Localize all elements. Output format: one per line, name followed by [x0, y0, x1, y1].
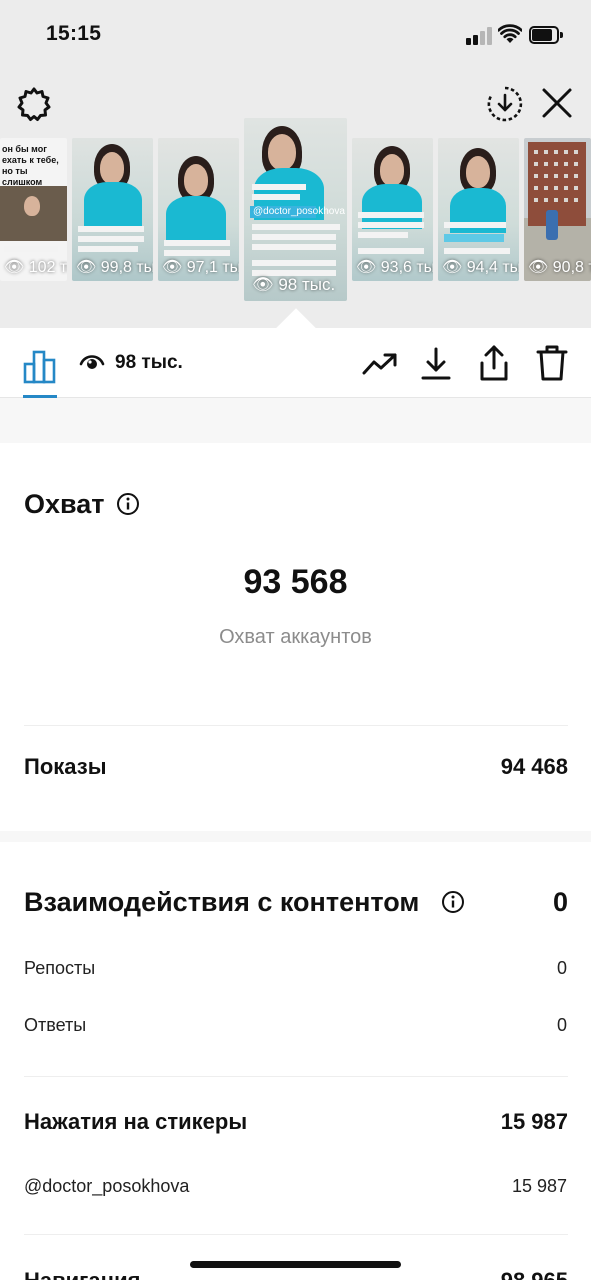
- info-icon[interactable]: [441, 890, 465, 914]
- navigation-value: 98 965: [501, 1268, 568, 1280]
- story-views: 90,8 тыс.: [552, 259, 591, 276]
- replies-value: 0: [556, 1015, 567, 1035]
- interactions-card: Взаимодействия с контентом 0 Репосты 0 О…: [0, 842, 591, 1280]
- status-bar: 15:15: [0, 0, 591, 70]
- sticker-taps-value: 15 987: [500, 1109, 568, 1134]
- story-thumbnail[interactable]: 👁 94,4 тыс.: [438, 138, 519, 281]
- cellular-signal-icon: [466, 27, 492, 45]
- divider: [24, 1234, 568, 1235]
- story-thumbnail-selected[interactable]: @doctor_posokhova 👁 98 тыс.: [244, 118, 347, 301]
- reach-value: 93 568: [243, 563, 348, 601]
- story-views: 97,1 тыс.: [186, 259, 239, 276]
- bar-chart-icon[interactable]: [20, 346, 60, 386]
- close-icon[interactable]: [540, 86, 574, 120]
- download-icon[interactable]: [418, 345, 454, 381]
- navigation-label: Навигация: [24, 1268, 140, 1280]
- story-thumbnail[interactable]: 👁 99,8 тыс.: [72, 138, 153, 281]
- active-tab-indicator: [23, 395, 57, 398]
- status-time: 15:15: [46, 22, 102, 45]
- battery-icon: [529, 26, 563, 44]
- reach-caption: Охват аккаунтов: [219, 626, 372, 648]
- sticker-mention-value: 15 987: [511, 1176, 567, 1196]
- divider: [24, 725, 568, 726]
- story-views: 102 тыс.: [28, 259, 67, 276]
- reposts-value: 0: [556, 958, 567, 978]
- wifi-icon: [498, 24, 522, 43]
- story-thumbnail[interactable]: 👁 90,8 тыс.: [524, 138, 591, 281]
- replies-label: Ответы: [24, 1015, 87, 1035]
- reach-card: Охват 93 568 Охват аккаунтов Показы 94 4…: [0, 443, 591, 831]
- story-views: 98 тыс.: [278, 275, 336, 294]
- mention-sticker: @doctor_posokhova: [250, 206, 345, 218]
- interactions-title: Взаимодействия с контентом: [24, 887, 420, 917]
- total-views: 98 тыс.: [115, 352, 183, 373]
- story-header: 15:15 он бы мог ехать к тебе, но ты слиш…: [0, 0, 591, 328]
- story-thumbnail[interactable]: 👁 97,1 тыс.: [158, 138, 239, 281]
- reach-title: Охват: [24, 489, 105, 519]
- settings-gear-icon[interactable]: [16, 86, 52, 122]
- delete-trash-icon[interactable]: [533, 343, 571, 383]
- share-icon[interactable]: [475, 343, 513, 383]
- promote-trend-icon[interactable]: [361, 348, 399, 378]
- impressions-value: 94 468: [500, 754, 568, 779]
- story-views: 94,4 тыс.: [466, 259, 519, 276]
- sticker-mention-label: @doctor_posokhova: [24, 1176, 190, 1196]
- story-thumbnail[interactable]: 👁 93,6 тыс.: [352, 138, 433, 281]
- interactions-value: 0: [552, 887, 568, 917]
- save-story-icon[interactable]: [486, 85, 524, 123]
- story-views: 93,6 тыс.: [380, 259, 433, 276]
- impressions-label: Показы: [24, 754, 107, 779]
- story-toolbar: 98 тыс.: [0, 328, 591, 398]
- home-indicator[interactable]: [190, 1261, 401, 1268]
- eye-icon: [79, 355, 105, 369]
- info-icon[interactable]: [116, 492, 140, 516]
- reposts-label: Репосты: [24, 958, 96, 978]
- story-thumbnail[interactable]: он бы мог ехать к тебе, но ты слишком тр…: [0, 138, 67, 281]
- divider: [24, 1076, 568, 1077]
- story-views: 99,8 тыс.: [100, 259, 153, 276]
- sticker-taps-label: Нажатия на стикеры: [24, 1109, 248, 1134]
